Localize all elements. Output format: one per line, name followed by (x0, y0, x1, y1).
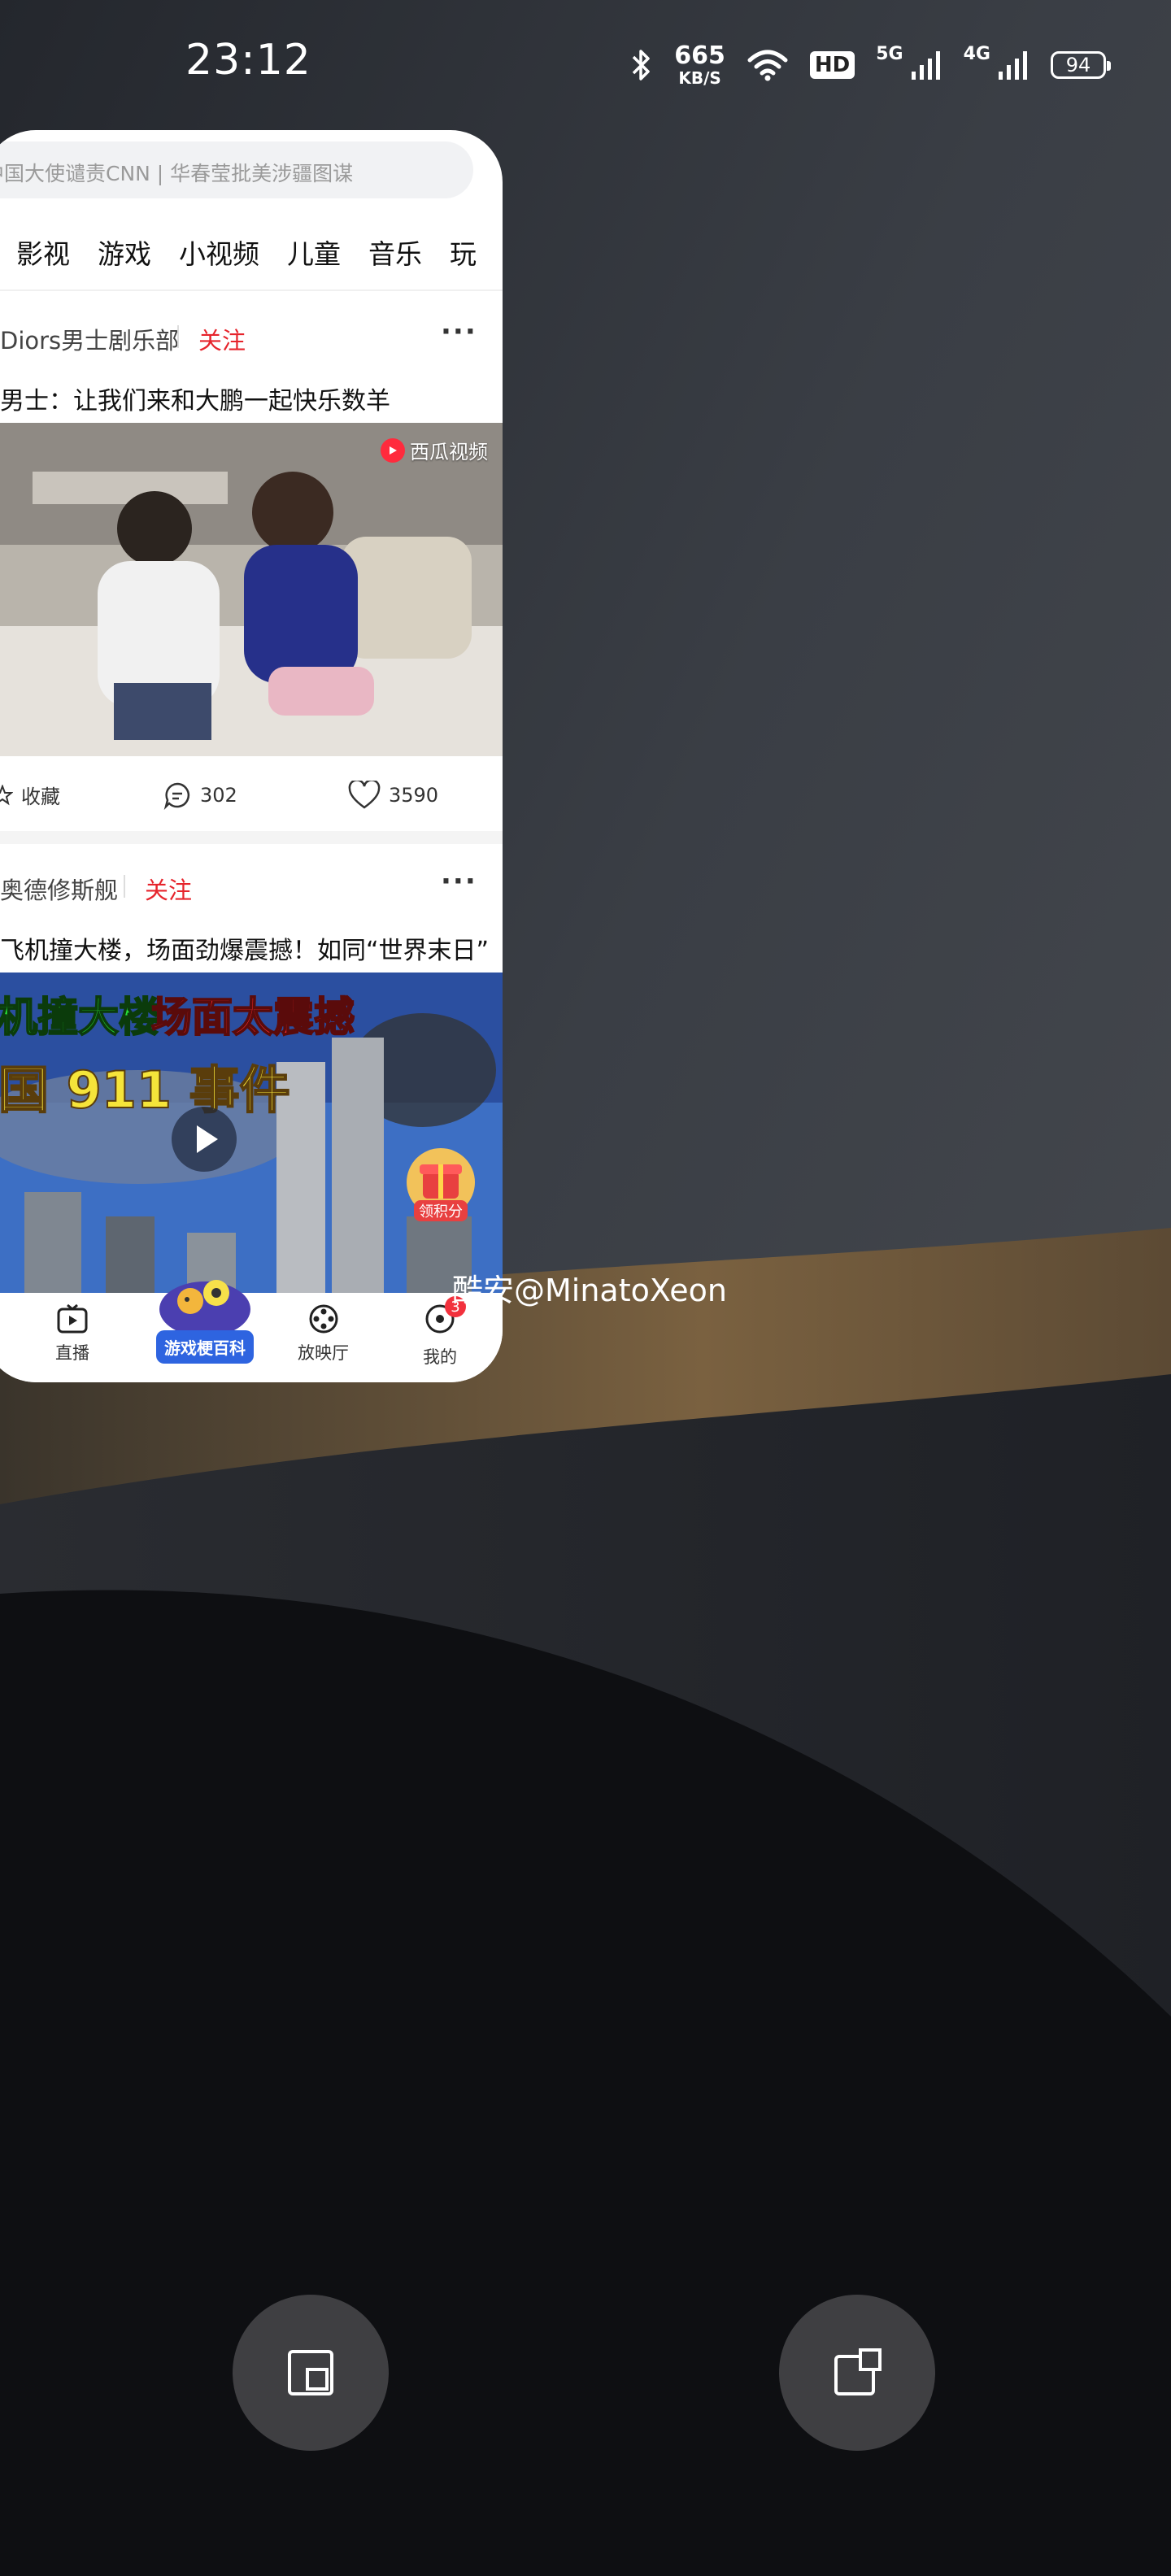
reward-float-button[interactable]: 领积分 (403, 1147, 478, 1221)
tv-icon (57, 1303, 88, 1334)
floating-window-icon (834, 2348, 882, 2395)
nav-game-wiki[interactable]: 游戏梗百科 (148, 1268, 262, 1364)
more-options-button[interactable]: ··· (441, 315, 477, 348)
more-options-button[interactable]: ··· (441, 865, 477, 898)
post-author[interactable]: 奥德修斯舰 (0, 872, 118, 906)
nav-live[interactable]: 直播 (55, 1303, 89, 1364)
nav-label: 放映厅 (298, 1343, 349, 1363)
clock: 23:12 (185, 36, 311, 85)
network-type-2: 4G (963, 43, 990, 64)
comment-button[interactable]: 302 (163, 781, 237, 810)
play-logo-icon (381, 437, 405, 463)
heart-icon (348, 781, 381, 809)
category-tabs: 影视 游戏 小视频 儿童 音乐 玩 (16, 233, 477, 272)
network-type-1: 5G (876, 43, 903, 64)
signal-icon (911, 51, 940, 80)
tab-short-video[interactable]: 小视频 (179, 233, 259, 272)
network-speed: 665 KB/S (674, 41, 725, 88)
game-wiki-label: 游戏梗百科 (156, 1330, 254, 1364)
post-title[interactable]: 飞机撞大楼，场面劲爆震撼！如同“世界末日” (0, 930, 489, 966)
star-icon (0, 784, 13, 805)
tab-film[interactable]: 影视 (16, 233, 70, 272)
video-thumbnail[interactable]: 西瓜视频 (0, 423, 503, 756)
play-icon[interactable] (171, 1106, 237, 1173)
tab-music[interactable]: 音乐 (368, 233, 422, 272)
small-window-button[interactable] (233, 2295, 389, 2451)
nav-label: 直播 (55, 1343, 89, 1363)
like-count: 3590 (389, 784, 439, 807)
recent-app-card[interactable]: 中国大使谴责CNN | 华春莹批美涉疆图谋 影视 游戏 小视频 儿童 音乐 玩 … (0, 130, 503, 1382)
wifi-icon (747, 50, 788, 81)
battery-level: 94 (1065, 54, 1091, 76)
comment-count: 302 (200, 784, 237, 807)
nav-mine[interactable]: 3 我的 (423, 1296, 466, 1368)
search-box[interactable]: 中国大使谴责CNN | 华春莹批美涉疆图谋 (0, 141, 473, 198)
signal-icon (999, 51, 1027, 80)
tab-games[interactable]: 游戏 (98, 233, 151, 272)
thumb-headline: 场面太震撼 (151, 994, 355, 1041)
bottom-navigation: 直播 游戏梗百科 放映厅 3 我的 (0, 1280, 503, 1382)
nav-label: 我的 (423, 1347, 457, 1367)
profile-icon-wrap: 3 (424, 1296, 466, 1339)
source-badge: 西瓜视频 (381, 436, 488, 464)
post-title[interactable]: 男士：让我们来和大鹏一起快乐数羊 (0, 381, 390, 416)
follow-button[interactable]: 关注 (145, 872, 192, 906)
favorite-label: 收藏 (21, 785, 60, 808)
tab-play[interactable]: 玩 (450, 233, 477, 272)
reward-label: 领积分 (414, 1200, 468, 1221)
hd-voice-icon: HD (809, 51, 855, 79)
status-icons: 665 KB/S HD 5G 4G 94 (630, 41, 1111, 88)
follow-button[interactable]: 关注 (198, 322, 246, 356)
thumb-headline: 国 911 事件 (0, 1060, 290, 1120)
divider (177, 325, 179, 348)
small-window-icon (288, 2350, 333, 2395)
nav-cinema[interactable]: 放映厅 (298, 1303, 349, 1364)
status-bar: 23:12 665 KB/S HD 5G 4G 94 (0, 0, 1171, 130)
tab-kids[interactable]: 儿童 (287, 233, 341, 272)
like-button[interactable]: 3590 (348, 781, 438, 810)
source-label: 西瓜视频 (410, 441, 488, 463)
thumb-headline: 机撞大楼 (0, 994, 159, 1041)
post-actions: 收藏 302 3590 (0, 758, 503, 831)
thumbnail-image (0, 423, 503, 756)
comment-icon (163, 782, 190, 810)
divider (124, 875, 125, 898)
favorite-button[interactable]: 收藏 (0, 781, 60, 809)
floating-window-button[interactable] (779, 2295, 935, 2451)
net-speed-value: 665 (674, 41, 725, 70)
bluetooth-icon (633, 50, 651, 80)
screenshot-credit: 酷安@MinatoXeon (452, 1273, 727, 1308)
thumbnail-image: 机撞大楼 场面太震撼 国 911 事件 (0, 973, 503, 1293)
net-speed-unit: KB/S (678, 68, 721, 88)
post-author[interactable]: Diors男士剧乐部 (0, 322, 179, 356)
search-placeholder: 中国大使谴责CNN | 华春莹批美涉疆图谋 (0, 162, 354, 185)
divider (0, 289, 503, 291)
battery-icon: 94 (1051, 51, 1111, 79)
mascot-icon (159, 1280, 250, 1334)
video-thumbnail[interactable]: 机撞大楼 场面太震撼 国 911 事件 领积分 (0, 973, 503, 1293)
film-reel-icon (309, 1304, 337, 1334)
divider (0, 831, 503, 844)
